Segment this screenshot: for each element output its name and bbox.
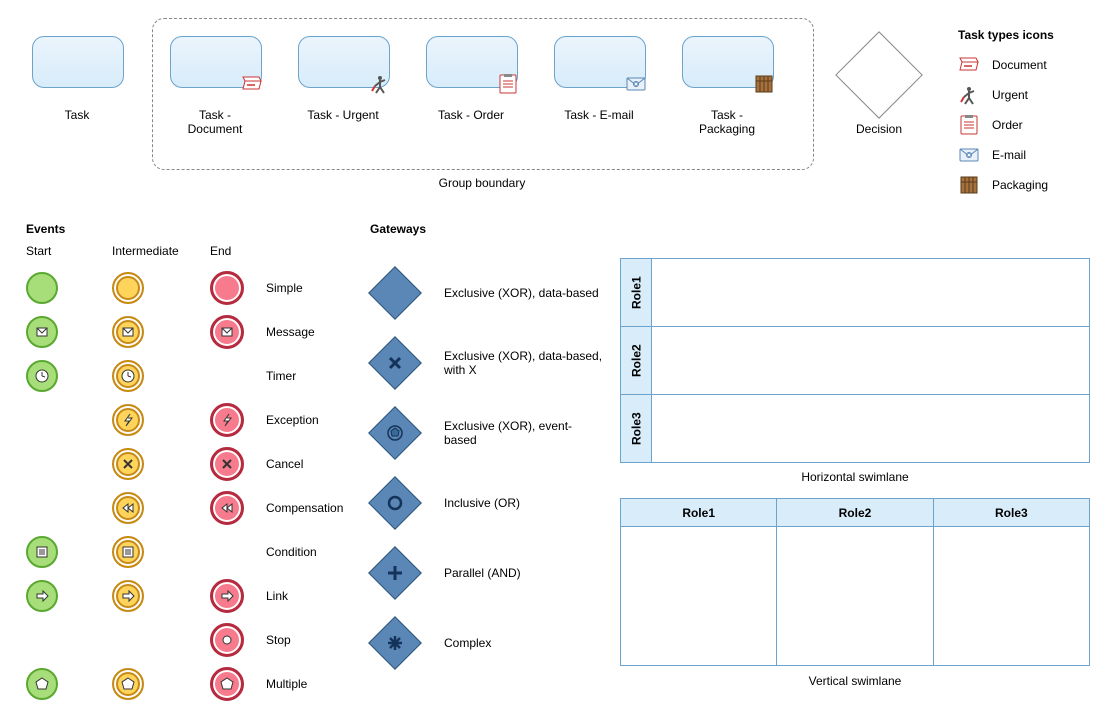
gateways-heading: Gateways — [370, 222, 426, 236]
gateway-label-1: Exclusive (XOR), data-based, with X — [444, 349, 604, 377]
gateway-plus — [368, 546, 422, 600]
task-label-4: Task - Packaging — [682, 108, 772, 136]
event-label-0: Simple — [266, 281, 303, 295]
task-label-1: Task - Urgent — [298, 108, 388, 122]
event-inter-link — [112, 580, 144, 612]
event-label-1: Message — [266, 325, 315, 339]
task-label-2: Task - Order — [426, 108, 516, 122]
col-start: Start — [26, 244, 51, 258]
h-lane2 — [652, 327, 1090, 395]
tasktype-label-4: Packaging — [992, 178, 1048, 192]
h-role2: Role2 — [621, 327, 652, 395]
document-icon — [958, 54, 980, 76]
event-end-link — [210, 579, 244, 613]
decision-label: Decision — [836, 122, 922, 136]
event-inter-multiple — [112, 668, 144, 700]
task-label-3: Task - E-mail — [554, 108, 644, 122]
v-role1: Role1 — [621, 499, 777, 527]
event-end-exception — [210, 403, 244, 437]
gateway-x — [368, 336, 422, 390]
gateway-label-5: Complex — [444, 636, 491, 650]
event-label-6: Condition — [266, 545, 317, 559]
task-shape-2 — [426, 36, 518, 88]
tasktype-label-3: E-mail — [992, 148, 1026, 162]
horizontal-swimlane-label: Horizontal swimlane — [620, 470, 1090, 484]
decision-shape — [836, 32, 922, 118]
task-shape-0 — [170, 36, 262, 88]
order-icon — [497, 73, 519, 95]
event-label-4: Cancel — [266, 457, 303, 471]
tasktype-label-2: Order — [992, 118, 1023, 132]
event-label-3: Exception — [266, 413, 319, 427]
task-shape-4 — [682, 36, 774, 88]
gateway-label-3: Inclusive (OR) — [444, 496, 520, 510]
event-label-7: Link — [266, 589, 288, 603]
urgent-icon — [958, 84, 980, 106]
h-role3: Role3 — [621, 395, 652, 463]
event-start-link — [26, 580, 58, 612]
event-inter-timer — [112, 360, 144, 392]
tasktypes-heading: Task types icons — [958, 28, 1098, 42]
event-label-9: Multiple — [266, 677, 307, 691]
gateway-pentagon-ring — [368, 406, 422, 460]
task-shape-1 — [298, 36, 390, 88]
task-shape-3 — [554, 36, 646, 88]
event-inter-condition — [112, 536, 144, 568]
v-lane2 — [777, 527, 933, 666]
event-label-8: Stop — [266, 633, 291, 647]
gateway-label-0: Exclusive (XOR), data-based — [444, 286, 599, 300]
event-inter-compensation — [112, 492, 144, 524]
event-label-5: Compensation — [266, 501, 343, 515]
vertical-swimlane: Role1 Role2 Role3 — [620, 498, 1090, 666]
task-shape — [32, 36, 124, 88]
events-heading: Events — [26, 222, 65, 236]
order-icon — [958, 114, 980, 136]
event-inter-message — [112, 316, 144, 348]
event-end-cancel — [210, 447, 244, 481]
gateway-label-4: Parallel (AND) — [444, 566, 521, 580]
event-label-2: Timer — [266, 369, 296, 383]
event-end-message — [210, 315, 244, 349]
h-role1: Role1 — [621, 259, 652, 327]
event-inter-simple — [112, 272, 144, 304]
event-start-timer — [26, 360, 58, 392]
event-start-condition — [26, 536, 58, 568]
v-role3: Role3 — [933, 499, 1089, 527]
event-inter-exception — [112, 404, 144, 436]
tasktype-label-0: Document — [992, 58, 1047, 72]
col-intermediate: Intermediate — [112, 244, 179, 258]
event-end-simple — [210, 271, 244, 305]
event-start-simple — [26, 272, 58, 304]
packaging-icon — [753, 73, 775, 95]
event-start-multiple — [26, 668, 58, 700]
event-start-message — [26, 316, 58, 348]
tasktype-label-1: Urgent — [992, 88, 1028, 102]
v-role2: Role2 — [777, 499, 933, 527]
gateway-ring — [368, 476, 422, 530]
h-lane3 — [652, 395, 1090, 463]
email-icon — [625, 73, 647, 95]
v-lane1 — [621, 527, 777, 666]
h-lane1 — [652, 259, 1090, 327]
gateway-asterisk — [368, 616, 422, 670]
packaging-icon — [958, 174, 980, 196]
horizontal-swimlane: Role1 Role2 Role3 — [620, 258, 1090, 463]
event-end-multiple — [210, 667, 244, 701]
group-label: Group boundary — [152, 176, 812, 190]
event-end-stop — [210, 623, 244, 657]
event-inter-cancel — [112, 448, 144, 480]
document-icon — [241, 73, 263, 95]
event-end-compensation — [210, 491, 244, 525]
col-end: End — [210, 244, 231, 258]
gateway-blank — [368, 266, 422, 320]
urgent-icon — [369, 73, 391, 95]
vertical-swimlane-label: Vertical swimlane — [620, 674, 1090, 688]
v-lane3 — [933, 527, 1089, 666]
task-label-0: Task - Document — [170, 108, 260, 136]
task-label: Task — [32, 108, 122, 122]
email-icon — [958, 144, 980, 166]
gateway-label-2: Exclusive (XOR), event-based — [444, 419, 604, 447]
